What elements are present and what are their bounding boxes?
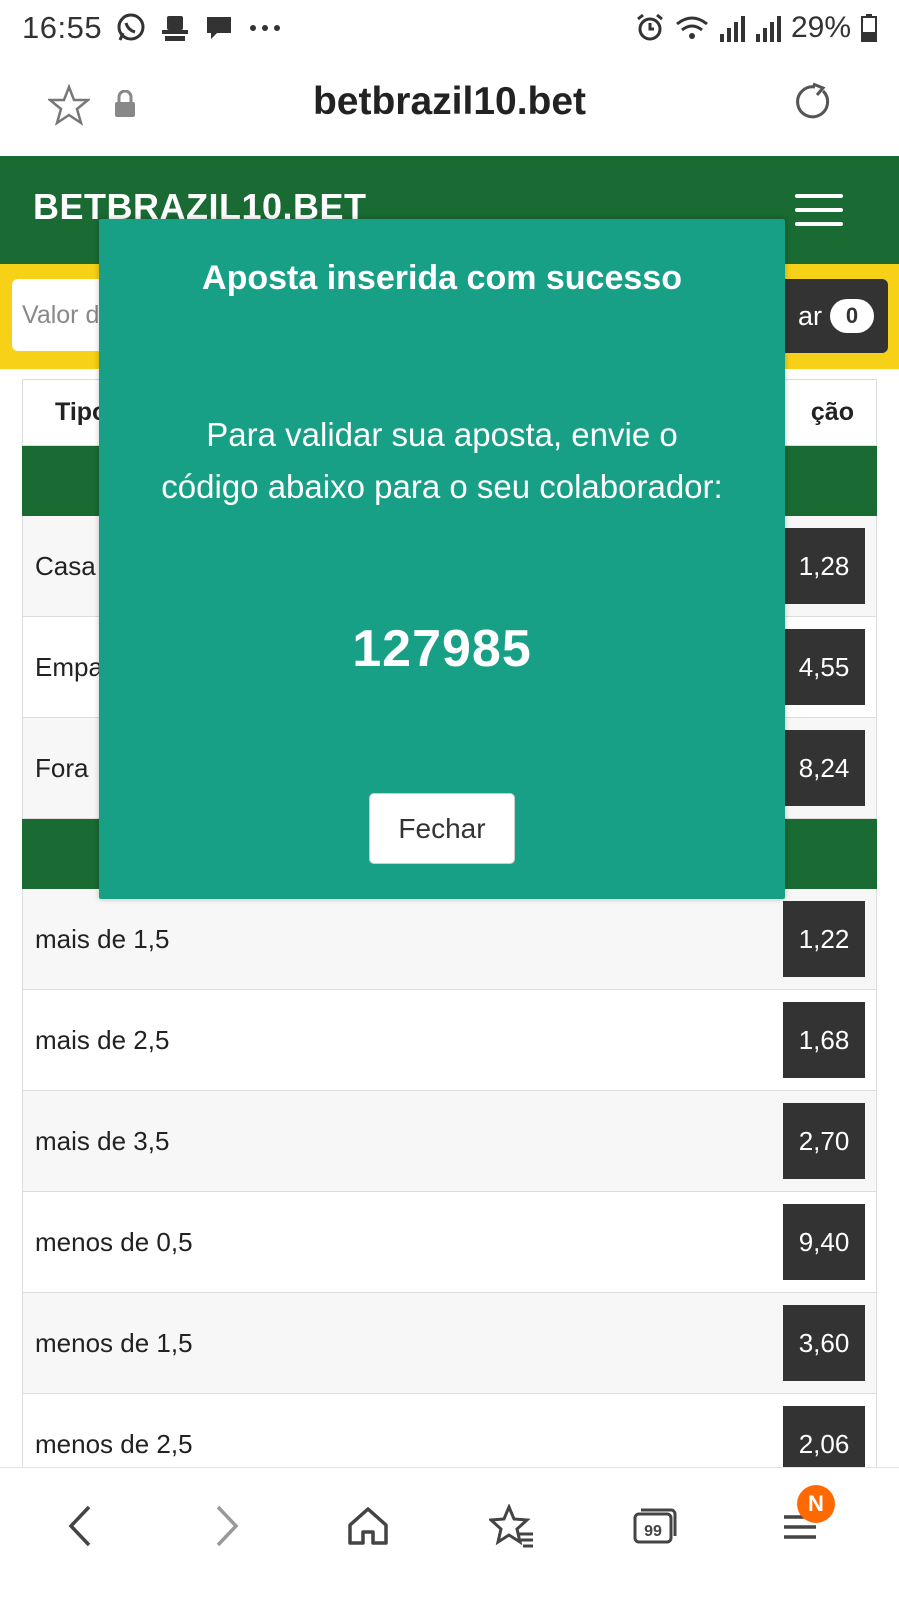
battery-icon — [861, 13, 877, 42]
odd-button[interactable]: 3,60 — [783, 1305, 865, 1381]
notification-badge: N — [797, 1485, 835, 1523]
row-label: mais de 2,5 — [35, 1024, 170, 1055]
odd-button[interactable]: 1,22 — [783, 901, 865, 977]
browser-url-bar: betbrazil10.bet — [0, 60, 899, 152]
status-time: 16:55 — [22, 9, 103, 45]
success-modal: Aposta inserida com sucesso Para validar… — [99, 219, 785, 899]
modal-title: Aposta inserida com sucesso — [202, 259, 682, 297]
row-label: menos de 2,5 — [35, 1428, 193, 1459]
bet-slip-count: 0 — [830, 299, 874, 333]
whatsapp-icon — [116, 13, 146, 43]
odd-button[interactable]: 9,40 — [783, 1204, 865, 1280]
row-label: menos de 1,5 — [35, 1327, 193, 1358]
table-row: menos de 1,5 3,60 — [22, 1293, 877, 1394]
signal-icon — [719, 14, 745, 42]
table-row: menos de 0,5 9,40 — [22, 1192, 877, 1293]
odd-button[interactable]: 1,28 — [783, 528, 865, 604]
message-icon — [204, 13, 234, 43]
header-option: ção — [810, 398, 854, 426]
bet-code: 127985 — [352, 620, 532, 678]
odd-button[interactable]: 8,24 — [783, 730, 865, 806]
browser-bottom-nav: 99 N — [0, 1467, 899, 1599]
tabs-count: 99 — [644, 1523, 662, 1540]
notification-icons — [116, 13, 282, 43]
back-icon[interactable] — [50, 1496, 110, 1556]
table-row: mais de 2,5 1,68 — [22, 990, 877, 1091]
hamburger-menu-icon[interactable] — [795, 194, 843, 228]
forward-icon[interactable] — [197, 1496, 257, 1556]
row-label: mais de 1,5 — [35, 923, 170, 954]
system-icons: 29% — [635, 11, 877, 45]
signal-icon-2 — [755, 14, 781, 42]
row-label: mais de 3,5 — [35, 1125, 170, 1156]
bookmarks-icon[interactable] — [482, 1496, 542, 1556]
odd-button[interactable]: 4,55 — [783, 629, 865, 705]
url-text[interactable]: betbrazil10.bet — [0, 80, 899, 124]
table-row: mais de 3,5 2,70 — [22, 1091, 877, 1192]
reload-icon[interactable] — [793, 82, 833, 127]
battery-text: 29% — [790, 10, 851, 44]
more-dots-icon — [248, 23, 282, 33]
bet-slip-label: ar — [797, 300, 822, 331]
row-label: menos de 0,5 — [35, 1226, 193, 1257]
incognito-icon — [160, 13, 190, 43]
status-bar: 16:55 29% — [0, 0, 899, 55]
tabs-icon[interactable]: 99 — [625, 1496, 685, 1556]
odd-button[interactable]: 1,68 — [783, 1002, 865, 1078]
odd-button[interactable]: 2,70 — [783, 1103, 865, 1179]
alarm-icon — [635, 13, 665, 43]
modal-message: Para validar sua aposta, envie o código … — [161, 416, 723, 505]
table-row: mais de 1,5 1,22 — [22, 889, 877, 990]
home-icon[interactable] — [338, 1496, 398, 1556]
row-label: Casa — [35, 550, 96, 581]
close-button[interactable]: Fechar — [369, 793, 515, 864]
row-label: Empa — [35, 651, 103, 682]
row-label: Fora — [35, 752, 89, 783]
wifi-icon — [675, 14, 709, 42]
